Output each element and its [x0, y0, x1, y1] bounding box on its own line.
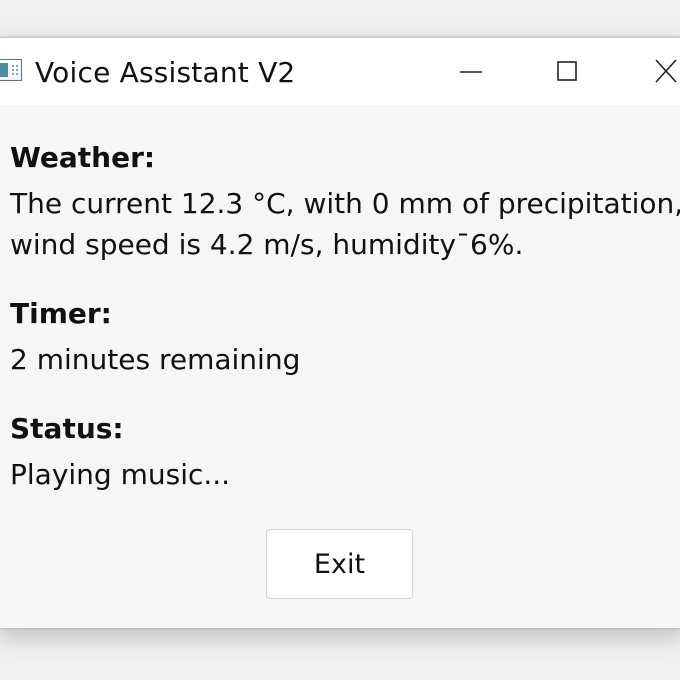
exit-button[interactable]: Exit [266, 529, 413, 599]
timer-label: Timer: [10, 297, 112, 330]
maximize-button[interactable] [542, 48, 592, 94]
minimize-icon [460, 71, 482, 73]
timer-text: 2 minutes remaining [10, 343, 301, 376]
minimize-button[interactable] [446, 48, 496, 94]
weather-line-1: The current 12.3 °C, with 0 mm of precip… [10, 187, 680, 220]
window-title: Voice Assistant V2 [35, 56, 296, 89]
weather-line-2: wind speed is 4.2 m/s, humidity¯6%. [10, 228, 524, 261]
app-icon-pane [0, 63, 8, 77]
status-label: Status: [10, 412, 124, 445]
status-text: Playing music... [10, 458, 231, 491]
close-icon [655, 59, 677, 83]
weather-label: Weather: [10, 141, 156, 174]
app-window: Voice Assistant V2 Weather: The current … [0, 37, 680, 628]
title-bar[interactable]: Voice Assistant V2 [0, 38, 680, 105]
app-window-icon [0, 59, 22, 81]
close-button[interactable] [642, 48, 680, 94]
maximize-icon [557, 61, 577, 81]
desktop: Voice Assistant V2 Weather: The current … [0, 0, 680, 680]
app-icon-grid [10, 63, 18, 77]
